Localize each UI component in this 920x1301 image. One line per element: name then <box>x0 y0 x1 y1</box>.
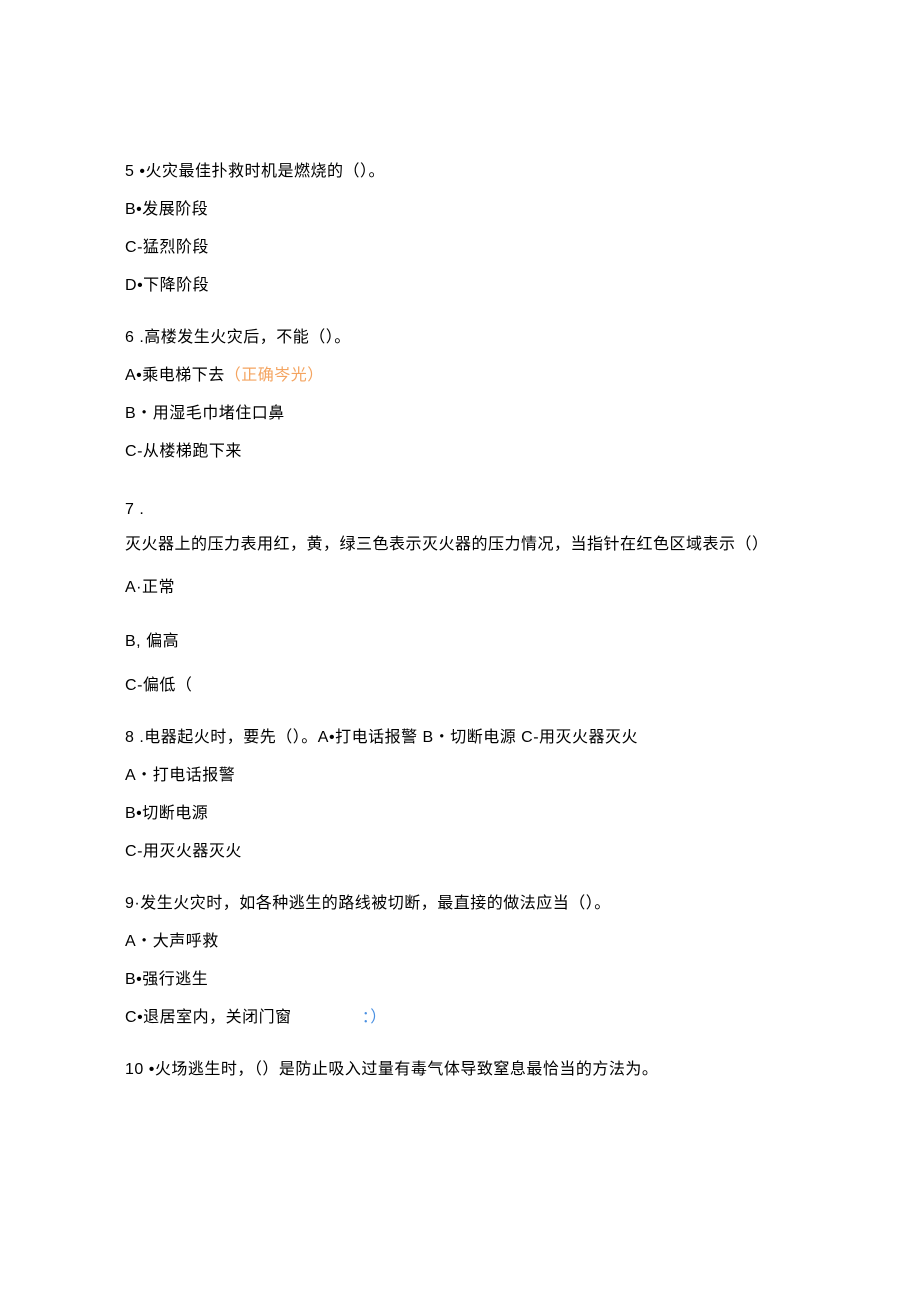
option: B•强行逃生 <box>125 968 780 992</box>
document-page: 5 •火灾最佳扑救时机是燃烧的（）。 B•发展阶段 C-猛烈阶段 D•下降阶段 … <box>0 0 920 1301</box>
option: A·正常 <box>125 576 780 600</box>
question-stem: 5 •火灾最佳扑救时机是燃烧的（）。 <box>125 160 780 184</box>
question-number: 7 <box>125 501 134 518</box>
question-6: 6 .高楼发生火灾后，不能（）。 A•乘电梯下去（正确岑光） B・用湿毛巾堵住口… <box>125 326 780 464</box>
question-number: 5 <box>125 163 134 180</box>
question-7: 7 .灭火器上的压力表用红，黄，绿三色表示灭火器的压力情况，当指针在红色区域表示… <box>125 492 780 698</box>
option: C•退居室内，关闭门窗：） <box>125 1006 780 1030</box>
question-stem: 9·发生火灾时，如各种逃生的路线被切断，最直接的做法应当（）。 <box>125 892 780 916</box>
question-stem: 7 .灭火器上的压力表用红，黄，绿三色表示灭火器的压力情况，当指针在红色区域表示… <box>125 492 780 562</box>
question-number: 6 <box>125 329 134 346</box>
option: C-用灭火器灭火 <box>125 840 780 864</box>
question-5: 5 •火灾最佳扑救时机是燃烧的（）。 B•发展阶段 C-猛烈阶段 D•下降阶段 <box>125 160 780 298</box>
answer-annotation: ：） <box>362 1009 387 1026</box>
question-10: 10 •火场逃生时，（）是防止吸入过量有毒气体导致窒息最恰当的方法为。 <box>125 1058 780 1082</box>
option: A•乘电梯下去（正确岑光） <box>125 364 780 388</box>
option: A・打电话报警 <box>125 764 780 788</box>
question-number: 10 <box>125 1061 144 1078</box>
question-stem: 6 .高楼发生火灾后，不能（）。 <box>125 326 780 350</box>
option: D•下降阶段 <box>125 274 780 298</box>
question-stem: 8 .电器起火时，要先（）。A•打电话报警 B・切断电源 C-用灭火器灭火 <box>125 726 780 750</box>
option: C-偏低（ <box>125 674 780 698</box>
option: B・用湿毛巾堵住口鼻 <box>125 402 780 426</box>
question-9: 9·发生火灾时，如各种逃生的路线被切断，最直接的做法应当（）。 A・大声呼救 B… <box>125 892 780 1030</box>
question-stem: 10 •火场逃生时，（）是防止吸入过量有毒气体导致窒息最恰当的方法为。 <box>125 1058 780 1082</box>
question-number: 9 <box>125 895 134 912</box>
option: B, 偏高 <box>125 630 780 654</box>
question-number: 8 <box>125 729 134 746</box>
answer-annotation: （正确岑光） <box>225 367 324 384</box>
option: B•发展阶段 <box>125 198 780 222</box>
option: C-猛烈阶段 <box>125 236 780 260</box>
option: A・大声呼救 <box>125 930 780 954</box>
option: B•切断电源 <box>125 802 780 826</box>
option: C-从楼梯跑下来 <box>125 440 780 464</box>
question-8: 8 .电器起火时，要先（）。A•打电话报警 B・切断电源 C-用灭火器灭火 A・… <box>125 726 780 864</box>
